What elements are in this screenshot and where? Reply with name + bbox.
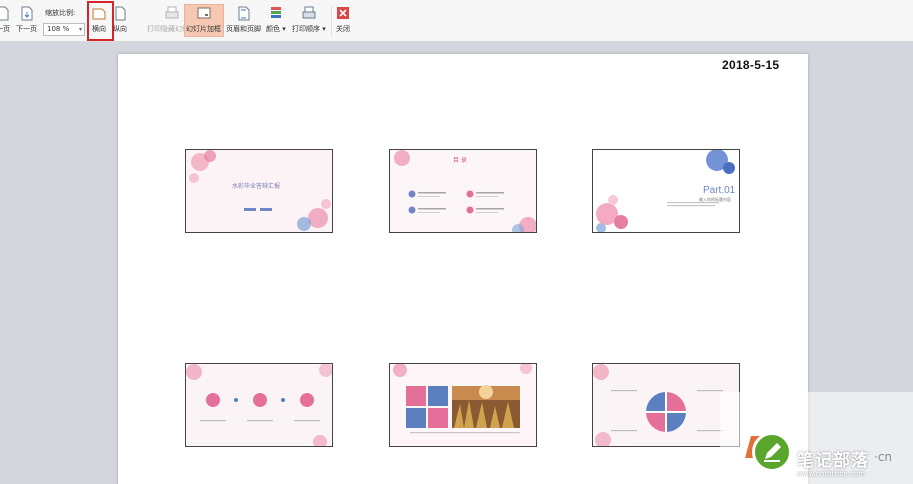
slide-frame-button[interactable]: 幻灯片加框 [186, 6, 221, 34]
color-dropdown[interactable]: 颜色 ▾ [266, 6, 286, 34]
zoom-value: 108 % [47, 25, 70, 33]
slide-1-graphic [186, 150, 332, 232]
close-icon [337, 7, 349, 19]
watermark-brand: 笔记部落 [797, 451, 869, 471]
header-footer-button[interactable]: 页眉和页脚 [226, 6, 261, 34]
slide-frame-label: 幻灯片加框 [186, 25, 221, 33]
next-page-button[interactable]: 下一页 [16, 6, 37, 34]
toolbar-divider [331, 6, 332, 36]
color-label: 颜色 ▾ [266, 25, 286, 33]
portrait-label: 纵向 [113, 25, 127, 33]
slide-6-graphic [593, 364, 739, 446]
watermark-suffix: ·cn [874, 450, 893, 464]
header-footer-icon [238, 6, 249, 21]
slide-5-graphic [390, 364, 536, 446]
close-label: 关闭 [336, 25, 350, 33]
slide-3-part-label: Part.01 [703, 185, 736, 196]
page-date: 2018-5-15 [722, 58, 780, 72]
print-order-label: 打印顺序 ▾ [292, 25, 326, 33]
pen-logo-icon [752, 432, 792, 472]
slide-thumbnail-5 [389, 363, 537, 447]
slide-frame-icon [197, 7, 210, 19]
portrait-page-icon [115, 6, 126, 21]
header-footer-label: 页眉和页脚 [226, 25, 261, 33]
slide-1-title: 水彩毕业答辩汇报 [232, 183, 281, 190]
slide-thumbnail-2: 目 录 [389, 149, 537, 233]
zoom-select[interactable]: 108 % ▾ [43, 23, 85, 36]
watermark-url: www.notetribe.com [797, 470, 866, 478]
pen-icon [764, 443, 781, 462]
print-hidden-icon [165, 6, 178, 19]
close-preview-button[interactable]: 关闭 [336, 6, 350, 34]
slide-thumbnail-4 [185, 363, 333, 447]
print-order-icon [302, 6, 316, 19]
prev-page-button[interactable]: 一页 [0, 6, 10, 34]
next-page-label: 下一页 [16, 25, 37, 33]
page-icon [0, 6, 9, 21]
print-order-dropdown[interactable]: 打印顺序 ▾ [292, 6, 326, 34]
slide-2-title: 目 录 [453, 157, 467, 164]
landscape-highlight-box [87, 1, 114, 41]
color-icon [270, 7, 281, 18]
print-preview-toolbar: 一页 下一页 缩放比例: 108 % ▾ 横向 纵向 打印隐藏幻灯片 幻灯片加框… [0, 0, 913, 42]
prev-page-label: 一页 [0, 25, 10, 33]
slide-thumbnail-1: 水彩毕业答辩汇报 [185, 149, 333, 233]
portrait-button[interactable]: 纵向 [113, 6, 127, 34]
page-down-icon [21, 6, 32, 21]
slide-thumbnail-3: Part.01 输入你的标题内容 [592, 149, 740, 233]
slide-4-graphic [186, 364, 332, 446]
slide-thumbnail-6 [592, 363, 740, 447]
chevron-down-icon: ▾ [78, 26, 82, 33]
zoom-label: 缩放比例: [45, 9, 76, 17]
slide-3-subtitle: 输入你的标题内容 [699, 197, 731, 202]
